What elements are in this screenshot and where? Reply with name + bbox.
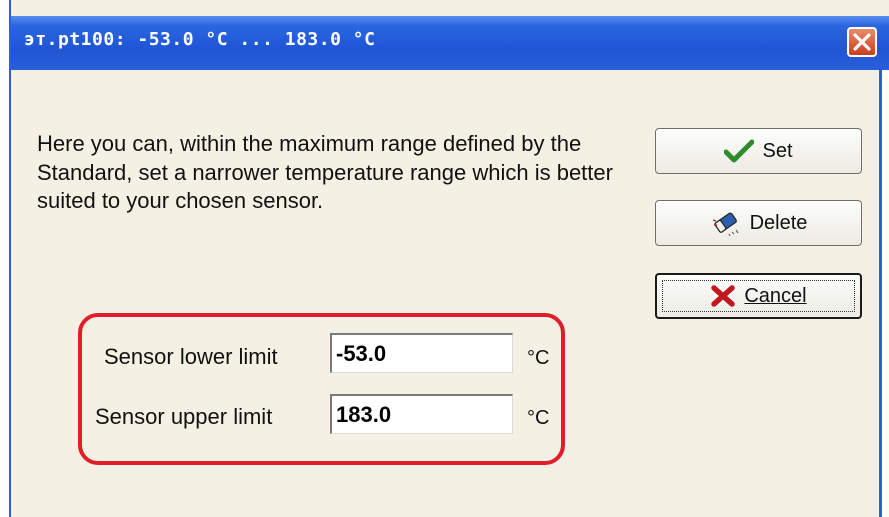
window-right-border: [879, 70, 889, 517]
cancel-button-label: Cancel: [744, 284, 807, 307]
set-button-label: Set: [762, 139, 793, 162]
lower-limit-unit: °C: [527, 347, 550, 369]
upper-limit-label: Sensor upper limit: [95, 404, 273, 429]
close-icon: [853, 33, 871, 51]
lower-limit-label: Sensor lower limit: [104, 344, 278, 369]
set-button[interactable]: Set: [655, 128, 862, 174]
checkmark-icon: [724, 139, 755, 163]
window-title: эт.pt100: -53.0 °C ... 183.0 °C: [24, 29, 376, 50]
window-left-border: [0, 0, 11, 517]
dialog-window: эт.pt100: -53.0 °C ... 183.0 °C Here you…: [0, 0, 889, 517]
description-text: Here you can, within the maximum range d…: [37, 131, 613, 213]
close-button[interactable]: [847, 27, 877, 57]
upper-limit-unit: °C: [527, 407, 550, 429]
title-bar[interactable]: эт.pt100: -53.0 °C ... 183.0 °C: [11, 16, 889, 70]
delete-button-label: Delete: [749, 211, 808, 234]
upper-limit-input[interactable]: 183.0: [330, 394, 513, 434]
x-cross-icon: [710, 284, 736, 308]
lower-limit-input[interactable]: -53.0: [330, 333, 513, 373]
delete-button[interactable]: Delete: [655, 200, 862, 246]
eraser-icon: [710, 210, 742, 236]
cancel-button[interactable]: Cancel: [655, 273, 862, 319]
